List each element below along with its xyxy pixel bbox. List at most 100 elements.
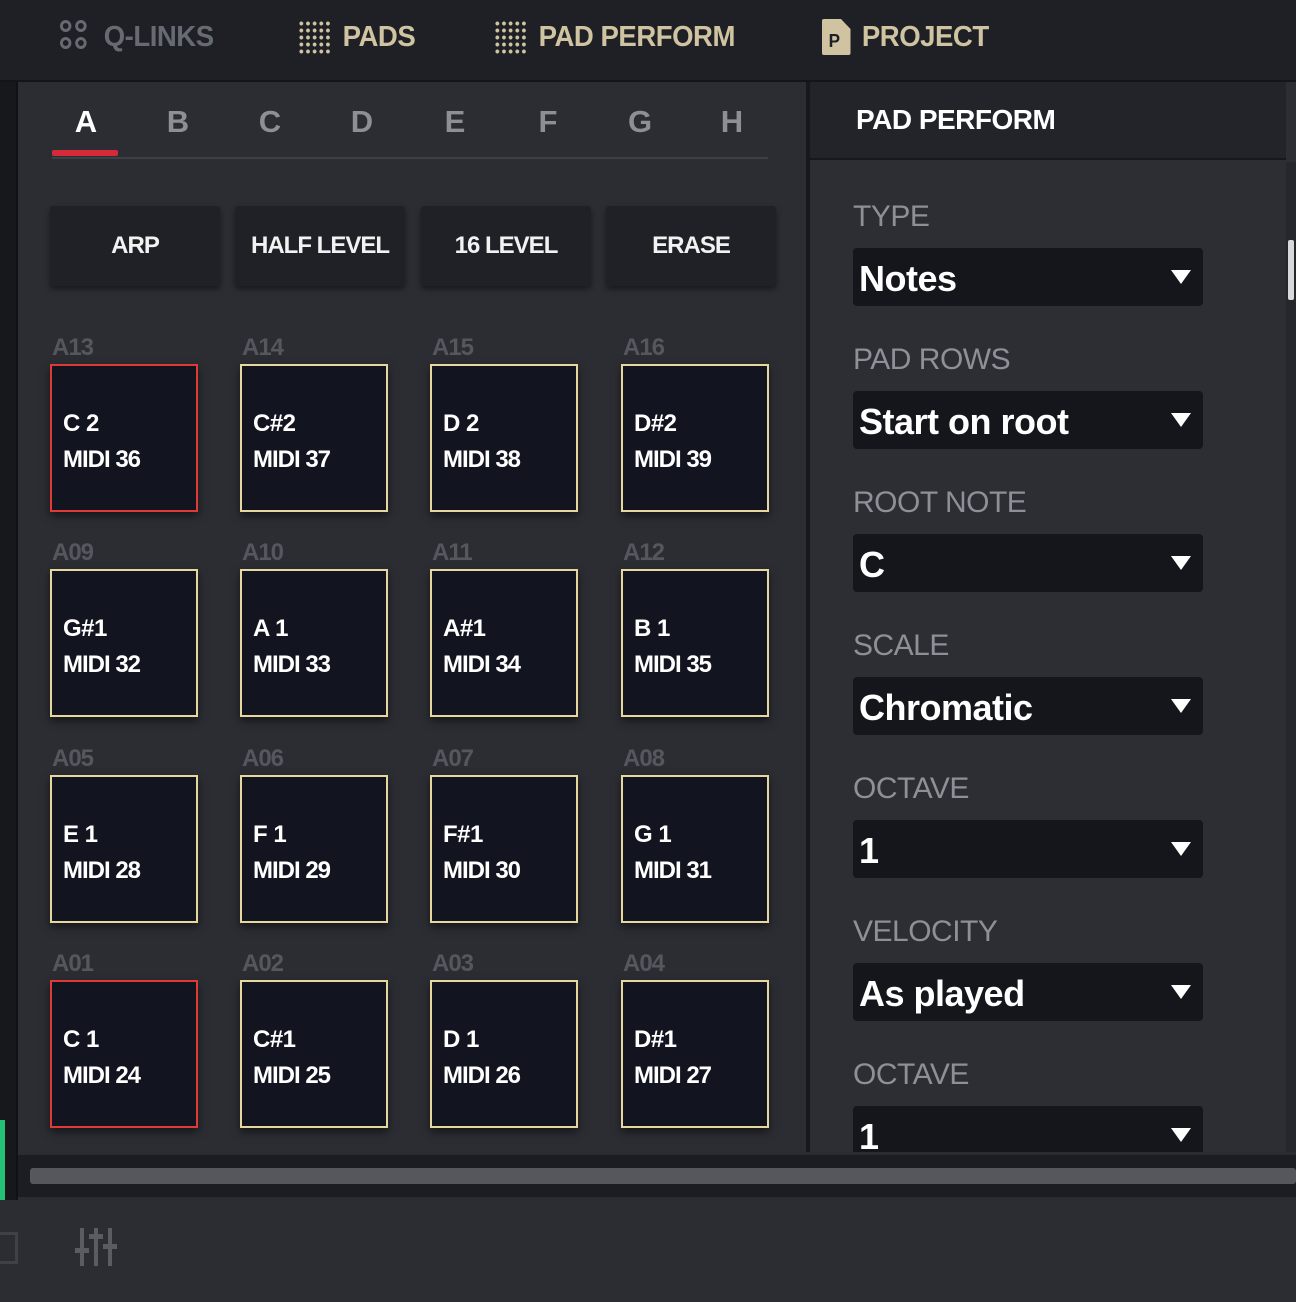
pad-note: G#1 [63, 615, 107, 642]
pad-midi: MIDI 25 [253, 1062, 331, 1089]
grid-icon [298, 19, 332, 55]
pad-note: C#2 [253, 410, 296, 437]
dropdown-value: C [859, 544, 885, 585]
panel-title: PAD PERFORM [856, 104, 1056, 135]
pad-note: C 2 [63, 410, 99, 437]
field-label: OCTAVE [853, 1058, 969, 1091]
pad-midi: MIDI 24 [63, 1062, 141, 1089]
chevron-down-icon [1171, 413, 1191, 427]
pad-a10[interactable]: A 1 MIDI 33 [240, 569, 388, 717]
erase-button[interactable]: ERASE [606, 206, 776, 286]
tab-bank-g[interactable]: G [620, 104, 660, 140]
pad-a14[interactable]: C#2 MIDI 37 [240, 364, 388, 512]
pad-a16[interactable]: D#2 MIDI 39 [621, 364, 769, 512]
bank-divider [52, 157, 768, 159]
tab-bank-c[interactable]: C [250, 104, 290, 140]
dropdown-value: 1 [859, 830, 879, 871]
grid-icon [494, 19, 528, 55]
octave-dropdown[interactable]: 1 [853, 820, 1203, 878]
pad-a02[interactable]: C#1 MIDI 25 [240, 980, 388, 1128]
nav-pads[interactable]: PADS [298, 14, 416, 60]
dropdown-value: As played [859, 973, 1025, 1014]
octave-dropdown[interactable]: 1 [853, 1106, 1203, 1157]
pad-a08[interactable]: G 1 MIDI 31 [621, 775, 769, 923]
pad-a13[interactable]: C 2 MIDI 36 [50, 364, 198, 512]
pad-id-label: A09 [52, 539, 94, 566]
tab-bank-b[interactable]: B [158, 104, 198, 140]
pad-a09[interactable]: G#1 MIDI 32 [50, 569, 198, 717]
pad-midi: MIDI 26 [443, 1062, 521, 1089]
chevron-down-icon [1171, 985, 1191, 999]
16-level-button[interactable]: 16 LEVEL [421, 206, 591, 286]
pad-id-label: A07 [432, 745, 474, 772]
pad-note: B 1 [634, 615, 670, 642]
pad-midi: MIDI 29 [253, 857, 331, 884]
mixer-icon[interactable] [75, 1226, 118, 1268]
pad-id-label: A04 [623, 950, 665, 977]
pad-a05[interactable]: E 1 MIDI 28 [50, 775, 198, 923]
pad-note: C#1 [253, 1026, 296, 1053]
pad-note: A 1 [253, 615, 288, 642]
pad-note: G 1 [634, 821, 672, 848]
root-note-dropdown[interactable]: C [853, 534, 1203, 592]
field-label: VELOCITY [853, 915, 998, 948]
pad-id-label: A06 [242, 745, 284, 772]
scroll-thumb[interactable] [1288, 240, 1294, 300]
pad-id-label: A15 [432, 334, 474, 361]
nav-project[interactable]: P PROJECT [822, 14, 989, 60]
pad-a04[interactable]: D#1 MIDI 27 [621, 980, 769, 1128]
field-label: TYPE [853, 200, 930, 233]
pad-id-label: A16 [623, 334, 665, 361]
pad-a03[interactable]: D 1 MIDI 26 [430, 980, 578, 1128]
panel-icon[interactable] [0, 1232, 18, 1264]
pad-a07[interactable]: F#1 MIDI 30 [430, 775, 578, 923]
pad-id-label: A12 [623, 539, 665, 566]
horizontal-scrollbar[interactable] [30, 1168, 1296, 1184]
scale-dropdown[interactable]: Chromatic [853, 677, 1203, 735]
active-indicator [0, 1120, 5, 1200]
pad-midi: MIDI 28 [63, 857, 141, 884]
pad-id-label: A01 [52, 950, 94, 977]
active-bank-underline [52, 150, 118, 156]
tab-bank-e[interactable]: E [435, 104, 475, 140]
pad-midi: MIDI 31 [634, 857, 712, 884]
nav-qlinks[interactable]: Q-LINKS [60, 14, 214, 60]
pad-note: F#1 [443, 821, 483, 848]
pad-midi: MIDI 37 [253, 446, 331, 473]
pad-a01[interactable]: C 1 MIDI 24 [50, 980, 198, 1128]
document-icon: P [822, 19, 851, 55]
dropdown-value: Start on root [859, 401, 1069, 442]
tab-bank-d[interactable]: D [342, 104, 382, 140]
top-nav: Q-LINKS PADS PAD PERFORM P PROJECT [0, 0, 1296, 82]
chevron-down-icon [1171, 699, 1191, 713]
nav-label: PADS [342, 20, 416, 53]
pad-id-label: A13 [52, 334, 94, 361]
bottom-bar [0, 1200, 1296, 1302]
panel-scrollbar[interactable] [1286, 162, 1296, 1152]
field-label: OCTAVE [853, 772, 969, 805]
arp-button[interactable]: ARP [50, 206, 220, 286]
pad-note: F 1 [253, 821, 287, 848]
pad-midi: MIDI 35 [634, 651, 712, 678]
pad-note: E 1 [63, 821, 98, 848]
nav-pad-perform[interactable]: PAD PERFORM [494, 14, 735, 60]
tab-bank-h[interactable]: H [712, 104, 752, 140]
type-dropdown[interactable]: Notes [853, 248, 1203, 306]
chevron-down-icon [1171, 556, 1191, 570]
velocity-dropdown[interactable]: As played [853, 963, 1203, 1021]
pad-midi: MIDI 36 [63, 446, 141, 473]
field-label: SCALE [853, 629, 949, 662]
pad-note: D#2 [634, 410, 677, 437]
pad-a06[interactable]: F 1 MIDI 29 [240, 775, 388, 923]
dropdown-value: Chromatic [859, 687, 1033, 728]
pad-rows-dropdown[interactable]: Start on root [853, 391, 1203, 449]
pad-note: C 1 [63, 1026, 99, 1053]
dropdown-value: Notes [859, 258, 957, 299]
half-level-button[interactable]: HALF LEVEL [235, 206, 405, 286]
field-label: PAD ROWS [853, 343, 1011, 376]
tab-bank-f[interactable]: F [528, 104, 568, 140]
tab-bank-a[interactable]: A [66, 104, 106, 140]
pad-a12[interactable]: B 1 MIDI 35 [621, 569, 769, 717]
pad-a15[interactable]: D 2 MIDI 38 [430, 364, 578, 512]
pad-a11[interactable]: A#1 MIDI 34 [430, 569, 578, 717]
